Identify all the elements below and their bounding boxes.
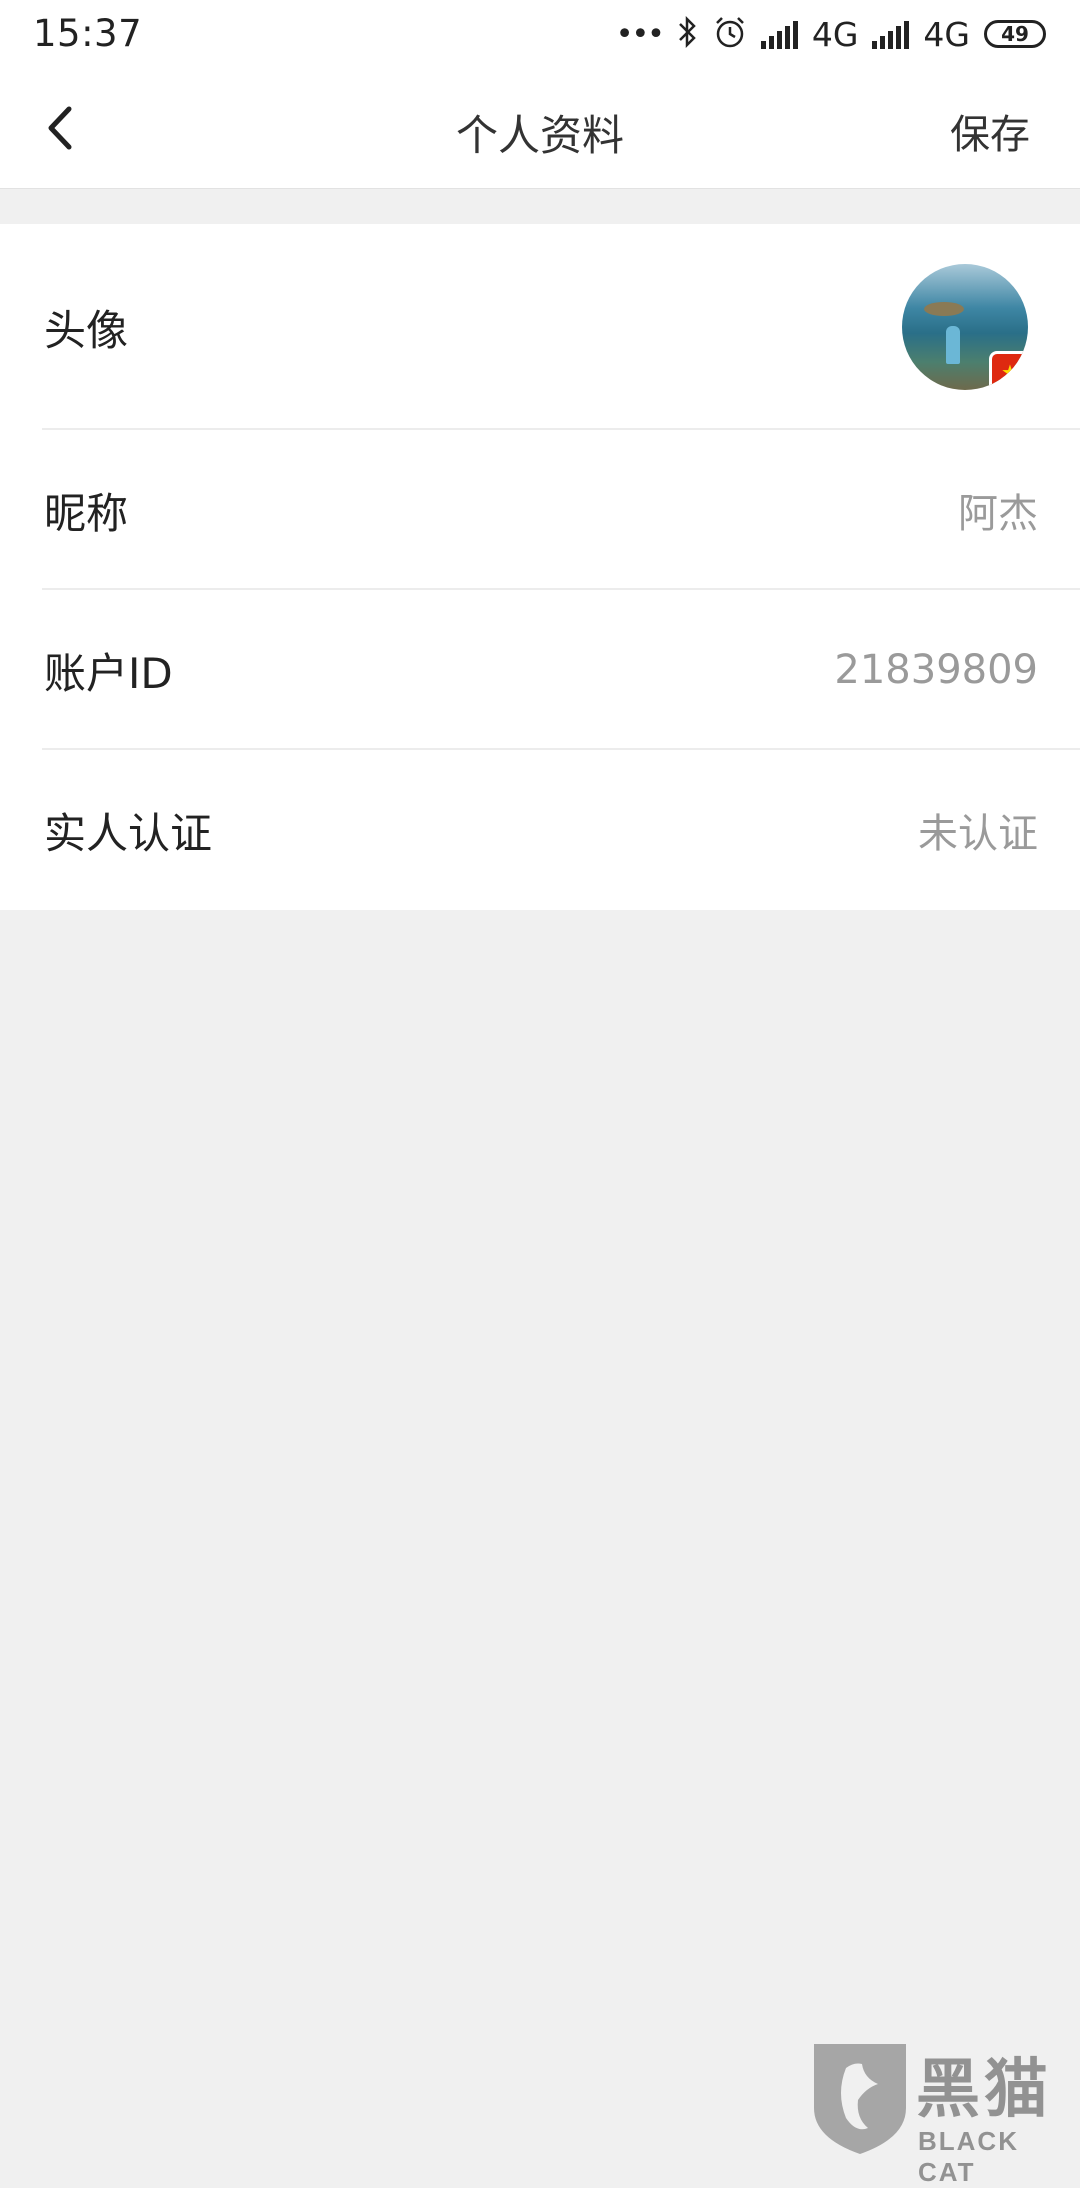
verification-label: 实人认证 xyxy=(44,808,213,858)
nickname-value: 阿杰 xyxy=(958,491,1038,537)
avatar-photo-person xyxy=(946,326,960,364)
nav-bar: 个人资料 保存 xyxy=(0,70,1080,189)
battery-icon: 49 xyxy=(984,20,1046,48)
nickname-row[interactable]: 昵称 阿杰 xyxy=(0,430,1080,590)
account-id-value: 21839809 xyxy=(834,647,1038,693)
save-button[interactable]: 保存 xyxy=(950,102,1030,160)
account-id-row: 账户ID 21839809 xyxy=(0,590,1080,750)
flag-badge-icon: ★ xyxy=(989,351,1028,390)
more-dots-icon: ••• xyxy=(615,16,665,52)
avatar-photo-rock xyxy=(924,302,964,316)
signal-icon xyxy=(872,19,910,49)
page-title: 个人资料 xyxy=(455,111,624,160)
verification-value: 未认证 xyxy=(918,811,1038,857)
account-id-label: 账户ID xyxy=(44,648,173,698)
status-icons: ••• 4G 4G 49 xyxy=(616,14,1046,54)
black-cat-shield-icon xyxy=(814,2044,906,2154)
profile-list: 头像 ★ 昵称 阿杰 账户ID 21839809 实人认证 未认证 xyxy=(0,224,1080,910)
alarm-icon xyxy=(713,15,747,53)
status-time: 15:37 xyxy=(33,12,143,55)
avatar-label: 头像 xyxy=(44,305,129,355)
verification-row[interactable]: 实人认证 未认证 xyxy=(0,750,1080,910)
status-bar: 15:37 ••• 4G 4G 49 xyxy=(0,0,1080,70)
battery-level: 49 xyxy=(1001,22,1029,46)
network-type-1: 4G xyxy=(811,14,859,54)
network-type-2: 4G xyxy=(923,14,970,54)
bluetooth-icon xyxy=(677,15,699,53)
watermark-title: 黑猫 xyxy=(916,2053,1052,2125)
watermark-logo: 黑猫 BLACK CAT xyxy=(806,2038,1076,2187)
avatar[interactable]: ★ xyxy=(902,264,1028,390)
nickname-label: 昵称 xyxy=(44,488,129,538)
watermark-subtitle: BLACK CAT xyxy=(918,2126,1019,2187)
hd-signal-icon xyxy=(760,19,798,49)
avatar-row[interactable]: 头像 ★ xyxy=(0,224,1080,430)
